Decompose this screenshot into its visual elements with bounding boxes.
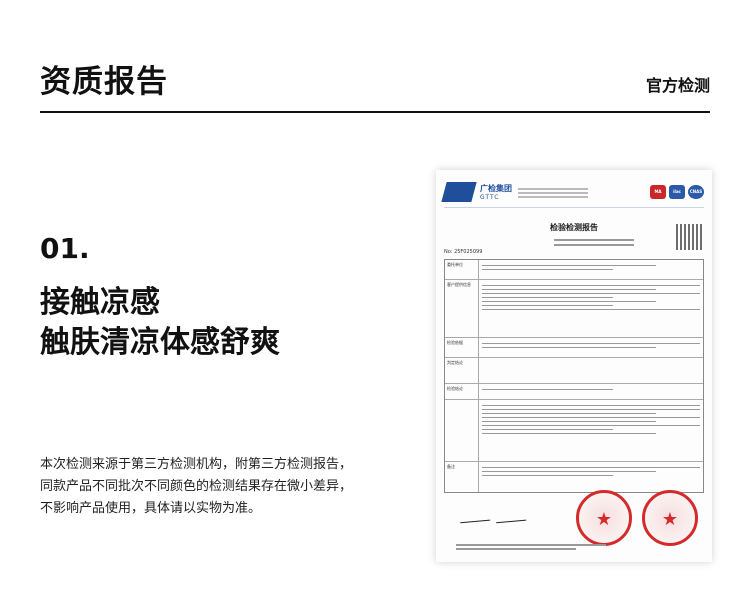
text-line: [482, 408, 700, 410]
section-headline: 接触凉感 触肤清凉体感舒爽: [40, 283, 280, 363]
qr-code-icon: [676, 224, 702, 250]
ma-badge-icon: MA: [650, 184, 666, 199]
text-line: [482, 296, 613, 298]
table-row: [445, 400, 703, 462]
text-line: [554, 244, 634, 246]
row-value: [479, 358, 703, 383]
official-stamps: [576, 490, 698, 546]
row-value: [479, 280, 703, 337]
official-test-tag: 官方检测: [645, 76, 710, 95]
accreditation-badges: MA ilac CNAS: [650, 184, 704, 199]
description-line-3: 不影响产品使用，具体请以实物为准。: [40, 501, 262, 516]
row-value: [479, 260, 703, 279]
row-label: 备注: [445, 462, 479, 492]
text-line: [482, 300, 657, 302]
text-line: [482, 288, 657, 290]
signature-area: [456, 514, 526, 524]
table-row: 检验结论: [445, 384, 703, 400]
report-number: No: 25F025099: [444, 249, 483, 255]
text-line: [482, 432, 657, 434]
gttc-brand: 广检集团 GTTC: [480, 183, 512, 201]
text-line: [456, 548, 576, 550]
signature-icon: [459, 514, 491, 524]
red-seal-icon: [642, 490, 698, 546]
section-number: 01.: [40, 232, 90, 265]
header-divider: [40, 111, 710, 113]
text-line: [482, 284, 700, 286]
headline-line-1: 接触凉感: [40, 285, 160, 320]
description-line-1: 本次检测来源于第三方检测机构，附第三方检测报告，: [40, 457, 353, 472]
text-line: [482, 474, 613, 476]
text-line: [482, 342, 700, 344]
org-name-cn: 广检集团: [480, 183, 512, 193]
institute-info: [518, 186, 588, 198]
row-value: [479, 462, 703, 492]
row-value: [479, 384, 703, 399]
table-row: 检验依据: [445, 338, 703, 358]
table-row: 判定结论: [445, 358, 703, 384]
text-line: [482, 404, 700, 406]
report-table: 委托单位 客户提供信息 检验依据 判定结论 检验结论 备注: [444, 259, 704, 493]
cnas-badge-icon: CNAS: [688, 184, 704, 199]
description-line-2: 同款产品不同批次不同颜色的检测结果存在微小差异，: [40, 479, 353, 494]
row-label: 检验结论: [445, 384, 479, 399]
text-line: [482, 292, 700, 294]
gttc-logo-icon: [441, 181, 477, 202]
row-label: 判定结论: [445, 358, 479, 383]
text-line: [482, 416, 700, 418]
red-seal-icon: [576, 490, 632, 546]
text-line: [482, 264, 657, 266]
test-report-image[interactable]: 广检集团 GTTC MA ilac CNAS 检验检测报告 No: 25F025…: [436, 170, 712, 562]
table-row: 委托单位: [445, 260, 703, 280]
row-label: 客户提供信息: [445, 280, 479, 337]
row-label: [445, 400, 479, 461]
text-line: [482, 346, 657, 348]
text-line: [482, 466, 700, 468]
headline-line-2: 触肤清凉体感舒爽: [40, 325, 280, 360]
ilac-badge-icon: ilac: [669, 184, 685, 199]
text-line: [518, 187, 588, 190]
text-line: [482, 424, 700, 426]
row-value: [479, 400, 703, 461]
row-label: 检验依据: [445, 338, 479, 357]
report-title: 检验检测报告: [550, 223, 598, 232]
text-line: [518, 195, 588, 198]
text-line: [482, 420, 657, 422]
section-description: 本次检测来源于第三方检测机构，附第三方检测报告， 同款产品不同批次不同颜色的检测…: [40, 454, 380, 520]
report-header: 广检集团 GTTC MA ilac CNAS: [441, 176, 704, 208]
text-line: [482, 308, 700, 310]
table-row: 备注: [445, 462, 703, 492]
table-row: 客户提供信息: [445, 280, 703, 338]
text-line: [482, 412, 657, 414]
org-name-en: GTTC: [480, 193, 500, 201]
text-line: [482, 268, 613, 270]
page-title: 资质报告: [40, 64, 168, 100]
report-footer: [456, 542, 606, 553]
row-label: 委托单位: [445, 260, 479, 279]
row-value: [479, 338, 703, 357]
text-line: [456, 544, 606, 546]
text-line: [482, 428, 613, 430]
text-line: [518, 191, 588, 194]
signature-icon: [495, 514, 526, 524]
text-line: [554, 239, 634, 241]
text-line: [482, 470, 657, 472]
text-line: [482, 304, 613, 306]
text-line: [482, 388, 613, 390]
